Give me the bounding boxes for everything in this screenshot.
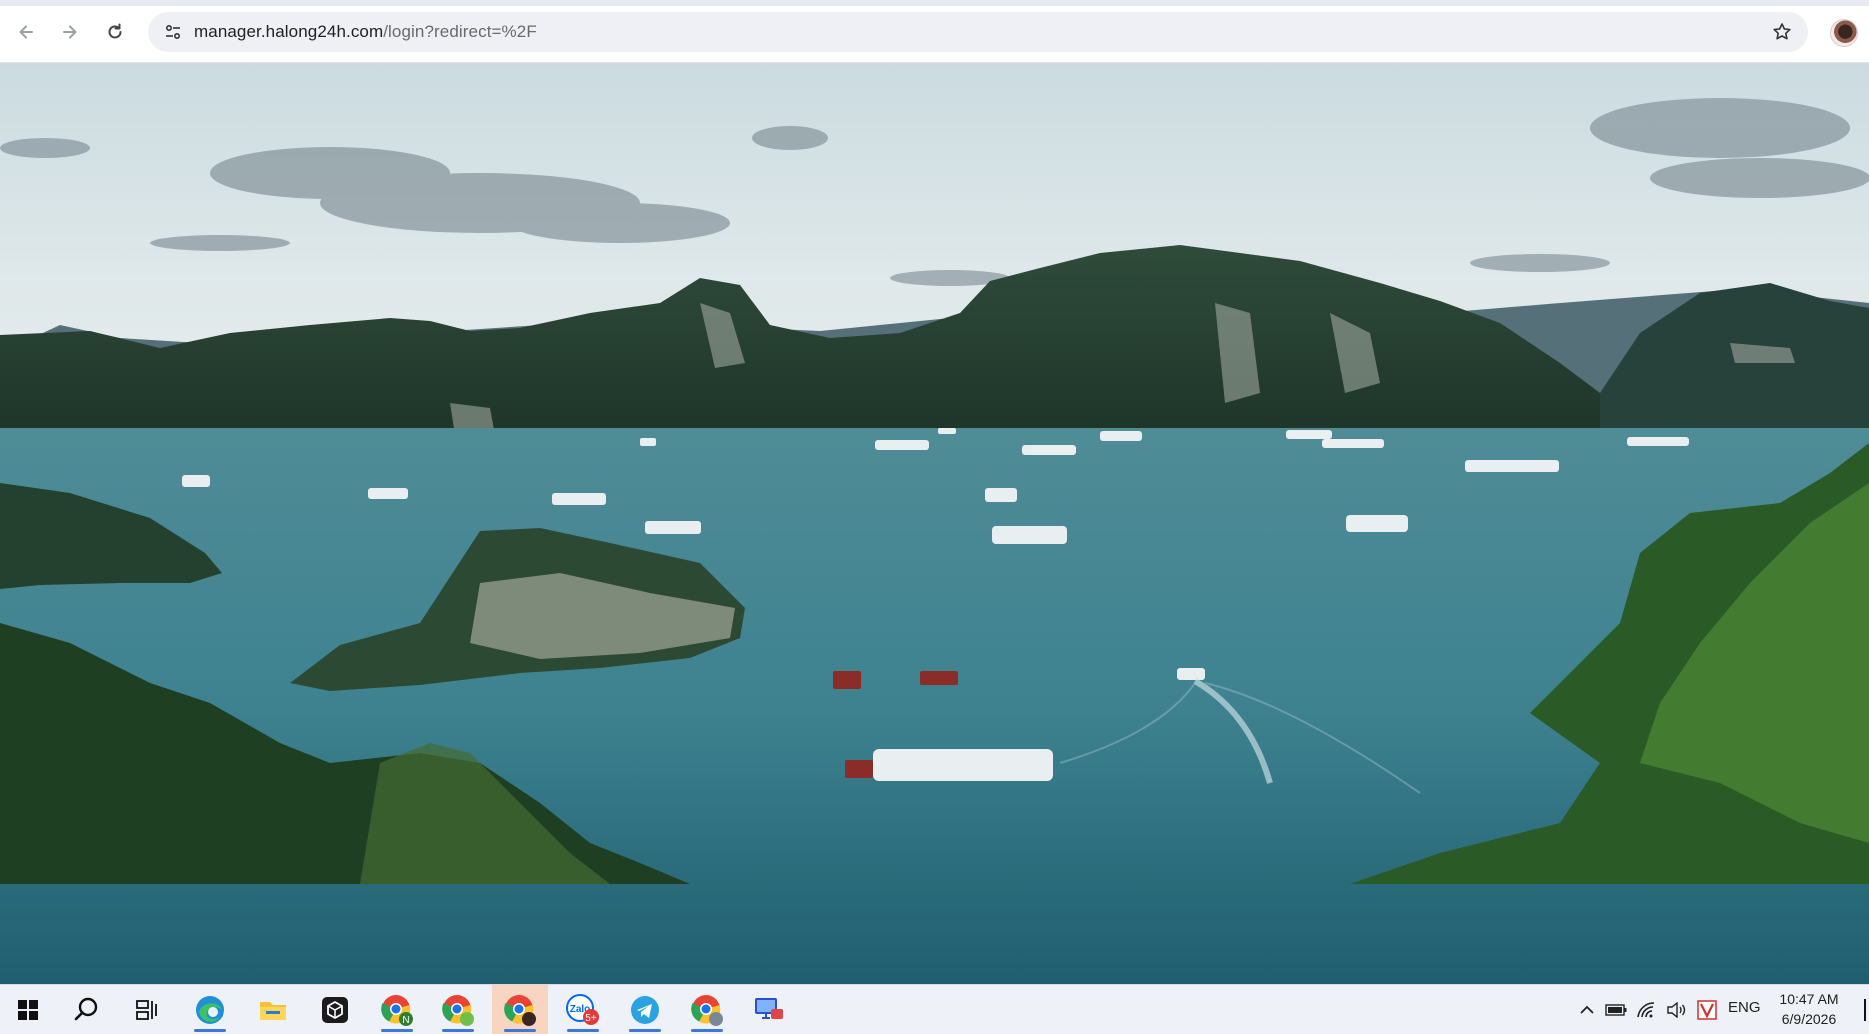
start-button[interactable]: [0, 985, 56, 1034]
edge-app[interactable]: [182, 985, 238, 1034]
chrome-icon: [504, 994, 536, 1026]
clock-date: 6/9/2026: [1781, 1011, 1837, 1027]
zalo-running-indicator: [567, 1029, 599, 1032]
chrome-profile-2-icon: [442, 994, 474, 1026]
address-bar[interactable]: manager.halong24h.com/login?redirect=%2F: [148, 12, 1808, 52]
url-text: manager.halong24h.com/login?redirect=%2F: [194, 22, 537, 42]
zalo-app[interactable]: Zalo 5+: [555, 985, 611, 1034]
speaker-icon: [1667, 1001, 1686, 1018]
taskbar-search-button[interactable]: [58, 985, 114, 1034]
cube-app-icon: [322, 996, 348, 1023]
telegram-app[interactable]: [617, 985, 673, 1034]
edge-running-indicator: [194, 1029, 226, 1032]
battery-icon: [1605, 1003, 1627, 1016]
chrome-n-running-indicator: [381, 1029, 413, 1032]
show-desktop-button[interactable]: [1864, 999, 1866, 1021]
back-button[interactable]: [8, 14, 44, 50]
chrome-profile-3-app[interactable]: [679, 985, 735, 1034]
url-host: manager.halong24h.com: [194, 22, 384, 41]
antivirus-tray-button[interactable]: [1694, 985, 1720, 1034]
remote-desktop-app[interactable]: [741, 985, 797, 1034]
forward-arrow-icon: [63, 25, 77, 39]
taskbar: N Zalo 5+ ENG 10:47 AM 6/9/2026: [0, 984, 1869, 1034]
chrome-profile-n-app[interactable]: N: [369, 985, 425, 1034]
file-explorer-icon: [260, 1001, 286, 1020]
profile-avatar[interactable]: [1830, 19, 1858, 47]
svg-text:N: N: [402, 1015, 409, 1026]
site-info-icon[interactable]: [164, 23, 182, 41]
bookmark-star-icon[interactable]: [1772, 22, 1792, 42]
clock-time: 10:47 AM: [1779, 991, 1839, 1007]
cube-app[interactable]: [307, 985, 363, 1034]
battery-button[interactable]: [1604, 985, 1628, 1034]
zalo-badge: 5+: [585, 1013, 597, 1024]
forward-button[interactable]: [52, 14, 88, 50]
chrome-profile-2-app[interactable]: [430, 985, 486, 1034]
task-view-button[interactable]: [119, 985, 175, 1034]
reload-button[interactable]: [97, 14, 133, 50]
show-hidden-icons-button[interactable]: [1576, 985, 1598, 1034]
chevron-up-icon: [1580, 1005, 1594, 1014]
start-icon: [18, 999, 38, 1020]
chrome-profile-3-icon: [691, 994, 723, 1026]
antivirus-v-icon: [1697, 999, 1717, 1020]
chrome-2-running-indicator: [442, 1029, 474, 1032]
search-icon: [74, 997, 98, 1020]
zalo-icon: Zalo5+: [566, 993, 599, 1025]
telegram-running-indicator: [629, 1029, 661, 1032]
task-view-icon: [136, 999, 157, 1020]
chrome-running-indicator: [504, 1029, 536, 1032]
edge-icon: [196, 995, 224, 1024]
wifi-icon: [1637, 1001, 1655, 1017]
reload-icon: [108, 23, 122, 39]
browser-toolbar: manager.halong24h.com/login?redirect=%2F: [0, 0, 1869, 63]
telegram-icon: [631, 995, 659, 1024]
clock[interactable]: 10:47 AM 6/9/2026: [1774, 989, 1844, 1029]
background-image: [0, 63, 1869, 984]
url-path: /login?redirect=%2F: [383, 22, 537, 41]
volume-button[interactable]: [1664, 985, 1688, 1034]
chrome-app-active[interactable]: [492, 985, 548, 1034]
back-arrow-icon: [19, 25, 33, 39]
tab-strip: [0, 0, 1869, 6]
network-button[interactable]: [1634, 985, 1658, 1034]
chrome-profile-n-icon: N: [381, 994, 413, 1026]
remote-desktop-icon: [755, 997, 783, 1019]
file-explorer-app[interactable]: [245, 985, 301, 1034]
chrome-3-running-indicator: [691, 1029, 723, 1032]
input-language-indicator[interactable]: ENG: [1728, 999, 1761, 1016]
